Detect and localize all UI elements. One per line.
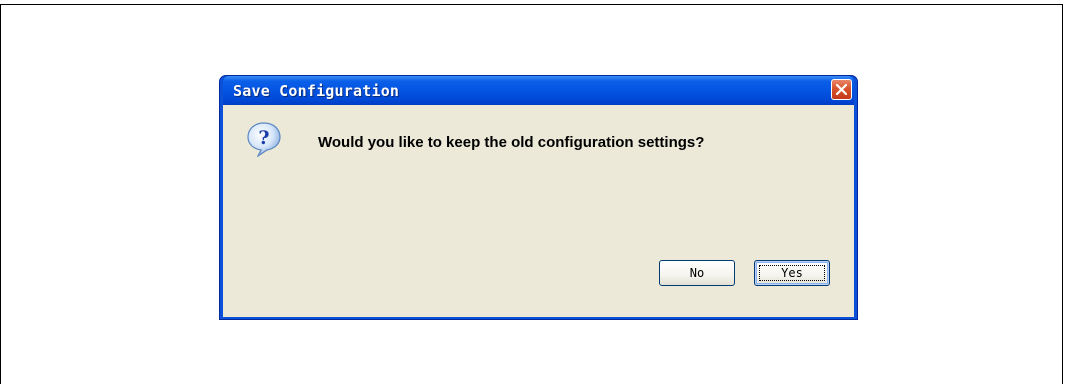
dialog-body: ? Would you like to keep the old configu… <box>223 105 854 317</box>
yes-button[interactable]: Yes <box>754 260 830 286</box>
question-icon: ? <box>247 122 281 157</box>
focus-rectangle <box>759 265 825 281</box>
save-configuration-dialog: Save Configuration ? Would you like to k… <box>219 75 858 320</box>
dialog-title: Save Configuration <box>233 82 400 100</box>
close-icon <box>835 83 848 96</box>
no-button-label: No <box>689 266 705 280</box>
close-button[interactable] <box>831 79 852 100</box>
no-button[interactable]: No <box>659 260 735 286</box>
svg-text:?: ? <box>258 127 269 149</box>
dialog-titlebar[interactable]: Save Configuration <box>223 76 854 105</box>
dialog-message: Would you like to keep the old configura… <box>318 134 705 151</box>
